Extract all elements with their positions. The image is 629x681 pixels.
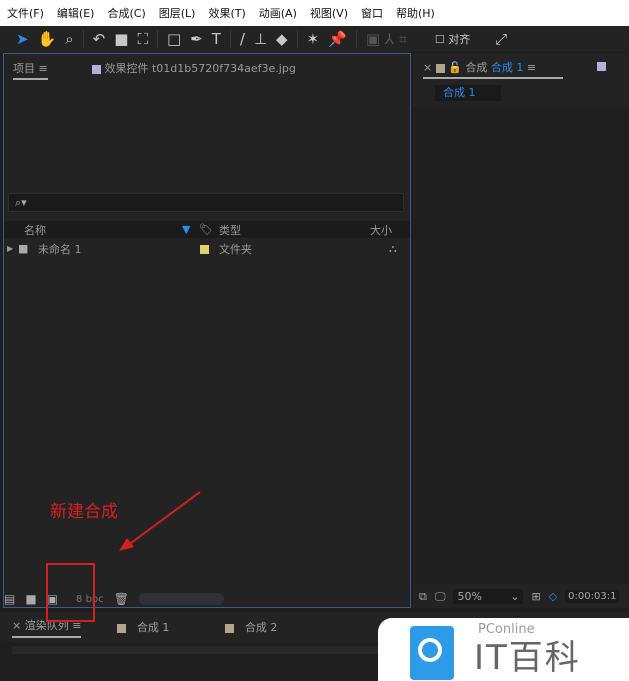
sort-arrow-icon[interactable]: ▼ bbox=[182, 223, 199, 236]
chevron-down-icon: ⌄ bbox=[510, 590, 520, 603]
eraser-tool-icon[interactable]: ◆ bbox=[276, 30, 288, 48]
label-swatch bbox=[117, 623, 127, 633]
scrollbar[interactable] bbox=[139, 593, 224, 605]
display-icon[interactable]: 🖵 bbox=[435, 590, 446, 604]
folder-icon: ■ bbox=[18, 242, 29, 255]
menu-bar: 文件(F) 编辑(E) 合成(C) 图层(L) 效果(T) 动画(A) 视图(V… bbox=[0, 0, 629, 26]
flowchart-icon[interactable]: ⛬ bbox=[389, 242, 397, 256]
tab-comp-name: 合成 1 bbox=[490, 61, 524, 74]
zoom-dropdown[interactable]: 50% ⌄ bbox=[453, 589, 524, 604]
zoom-tool-icon[interactable]: ⌕ bbox=[65, 30, 73, 48]
delete-icon[interactable]: 🗑 bbox=[114, 592, 129, 606]
menu-window[interactable]: 窗口 bbox=[361, 5, 383, 21]
clone-stamp-tool-icon[interactable]: ⊥ bbox=[254, 30, 267, 48]
tab-prefix: 合成 bbox=[465, 61, 488, 74]
expand-icon[interactable]: ⤢ bbox=[495, 30, 507, 48]
label-swatch bbox=[333, 623, 342, 632]
column-name[interactable]: 名称 bbox=[4, 222, 182, 238]
pan-behind-tool-icon[interactable]: ⛶ bbox=[137, 30, 148, 48]
label-swatch bbox=[597, 61, 606, 71]
menu-help[interactable]: 帮助(H) bbox=[396, 5, 435, 21]
close-icon[interactable]: × bbox=[423, 61, 432, 74]
menu-file[interactable]: 文件(F) bbox=[7, 5, 44, 21]
logo-brand: PConline bbox=[478, 622, 535, 637]
annotation-highlight-box bbox=[46, 563, 95, 622]
label-swatch bbox=[200, 244, 209, 254]
magnifier-logo-icon bbox=[410, 626, 454, 680]
pconline-logo: PConline IT百科 bbox=[378, 618, 629, 681]
render-queue-bar bbox=[12, 646, 378, 654]
divider bbox=[156, 30, 158, 48]
pen-tool-icon[interactable]: ✒ bbox=[190, 30, 203, 48]
rectangle-tool-icon[interactable]: □ bbox=[167, 30, 181, 48]
table-row[interactable]: ▶ ■ 未命名 1 文件夹 ⛬ bbox=[4, 240, 410, 257]
timecode[interactable]: 0:00:03:1 bbox=[565, 590, 620, 603]
panel-menu-icon[interactable]: ≡ bbox=[39, 62, 48, 75]
tab-comp-1[interactable]: 合成 1 bbox=[117, 619, 169, 635]
panel-menu-icon[interactable]: ≡ bbox=[527, 61, 536, 74]
annotation-arrow bbox=[119, 491, 201, 551]
axis-mode-icons: ▣ ⅄ ⌗ bbox=[365, 30, 408, 48]
composition-viewer[interactable] bbox=[413, 106, 629, 584]
menu-effect[interactable]: 效果(T) bbox=[208, 5, 245, 21]
interpret-footage-icon[interactable]: ▤ bbox=[4, 592, 15, 606]
tab-project[interactable]: 项目 ≡ bbox=[13, 60, 48, 80]
rotate-tool-icon[interactable]: ↶ bbox=[93, 30, 106, 48]
divider bbox=[296, 30, 298, 48]
tab-label: 项目 bbox=[13, 62, 35, 75]
menu-edit[interactable]: 编辑(E) bbox=[57, 5, 95, 21]
lock-icon[interactable]: 🔓 bbox=[448, 61, 462, 74]
text-tool-icon[interactable]: T bbox=[212, 30, 221, 48]
menu-view[interactable]: 视图(V) bbox=[310, 5, 348, 21]
toolbar: ➤ ✋ ⌕ ↶ ■ ⛶ □ ✒ T / ⊥ ◆ ✶ 📌 ▣ ⅄ ⌗ ☐ 对齐 ⤢ bbox=[0, 26, 629, 52]
align-checkbox[interactable]: ☐ 对齐 bbox=[435, 31, 470, 47]
viewer-controls: ⧉ 🖵 50% ⌄ ⊞ ◇ 0:00:03:1 bbox=[413, 585, 629, 608]
tab-label: 合成 1 bbox=[136, 621, 170, 634]
divider bbox=[355, 30, 357, 48]
column-size[interactable]: 大小 bbox=[370, 222, 392, 238]
tab-effect-controls[interactable]: 效果控件 t01d1b5720f734aef3e.jpg bbox=[92, 60, 296, 76]
tab-label: 合成 2 bbox=[244, 621, 278, 634]
menu-layer[interactable]: 图层(L) bbox=[159, 5, 196, 21]
project-search-input[interactable]: ⌕▾ bbox=[8, 193, 404, 212]
item-type: 文件夹 bbox=[219, 242, 252, 256]
region-of-interest-icon[interactable]: ⊞ bbox=[531, 590, 540, 603]
label-tag-icon[interactable]: 🏷 bbox=[199, 223, 219, 236]
tab-comp-2[interactable]: 合成 2 bbox=[225, 619, 277, 635]
column-type[interactable]: 类型 bbox=[219, 222, 370, 238]
hand-tool-icon[interactable]: ✋ bbox=[38, 30, 57, 48]
preview-icon[interactable]: ⧉ bbox=[419, 590, 427, 604]
tab-composition[interactable]: × 🔓 合成 合成 1 ≡ bbox=[423, 59, 563, 79]
project-panel: 项目 ≡ 效果控件 t01d1b5720f734aef3e.jpg bbox=[3, 53, 411, 608]
new-folder-icon[interactable]: ■ bbox=[25, 592, 36, 606]
item-name: 未命名 1 bbox=[38, 242, 82, 256]
label-swatch bbox=[92, 64, 101, 74]
logo-name: IT百科 bbox=[474, 638, 581, 678]
close-icon[interactable]: × bbox=[12, 619, 21, 632]
label-swatch bbox=[225, 623, 235, 633]
roto-brush-tool-icon[interactable]: ✶ bbox=[307, 30, 320, 48]
puppet-pin-tool-icon[interactable]: 📌 bbox=[328, 30, 347, 48]
column-header: 名称 ▼ 🏷 类型 大小 bbox=[4, 221, 410, 238]
transparency-grid-icon[interactable]: ◇ bbox=[549, 590, 557, 603]
align-label: 对齐 bbox=[448, 33, 471, 46]
menu-animation[interactable]: 动画(A) bbox=[259, 5, 297, 21]
annotation-label: 新建合成 bbox=[50, 502, 118, 522]
tab-label: 效果控件 t01d1b5720f734aef3e.jpg bbox=[104, 62, 296, 75]
menu-composition[interactable]: 合成(C) bbox=[107, 5, 145, 21]
brush-tool-icon[interactable]: / bbox=[240, 30, 245, 48]
tab-footage[interactable] bbox=[597, 59, 606, 72]
zoom-value: 50% bbox=[457, 590, 482, 603]
camera-tool-icon[interactable]: ■ bbox=[114, 30, 128, 48]
expand-arrow-icon[interactable]: ▶ bbox=[4, 244, 18, 253]
divider bbox=[229, 30, 231, 48]
comp-breadcrumb[interactable]: 合成 1 bbox=[435, 85, 501, 101]
divider bbox=[82, 30, 84, 48]
label-swatch bbox=[435, 63, 445, 73]
selection-tool-icon[interactable]: ➤ bbox=[16, 30, 29, 48]
